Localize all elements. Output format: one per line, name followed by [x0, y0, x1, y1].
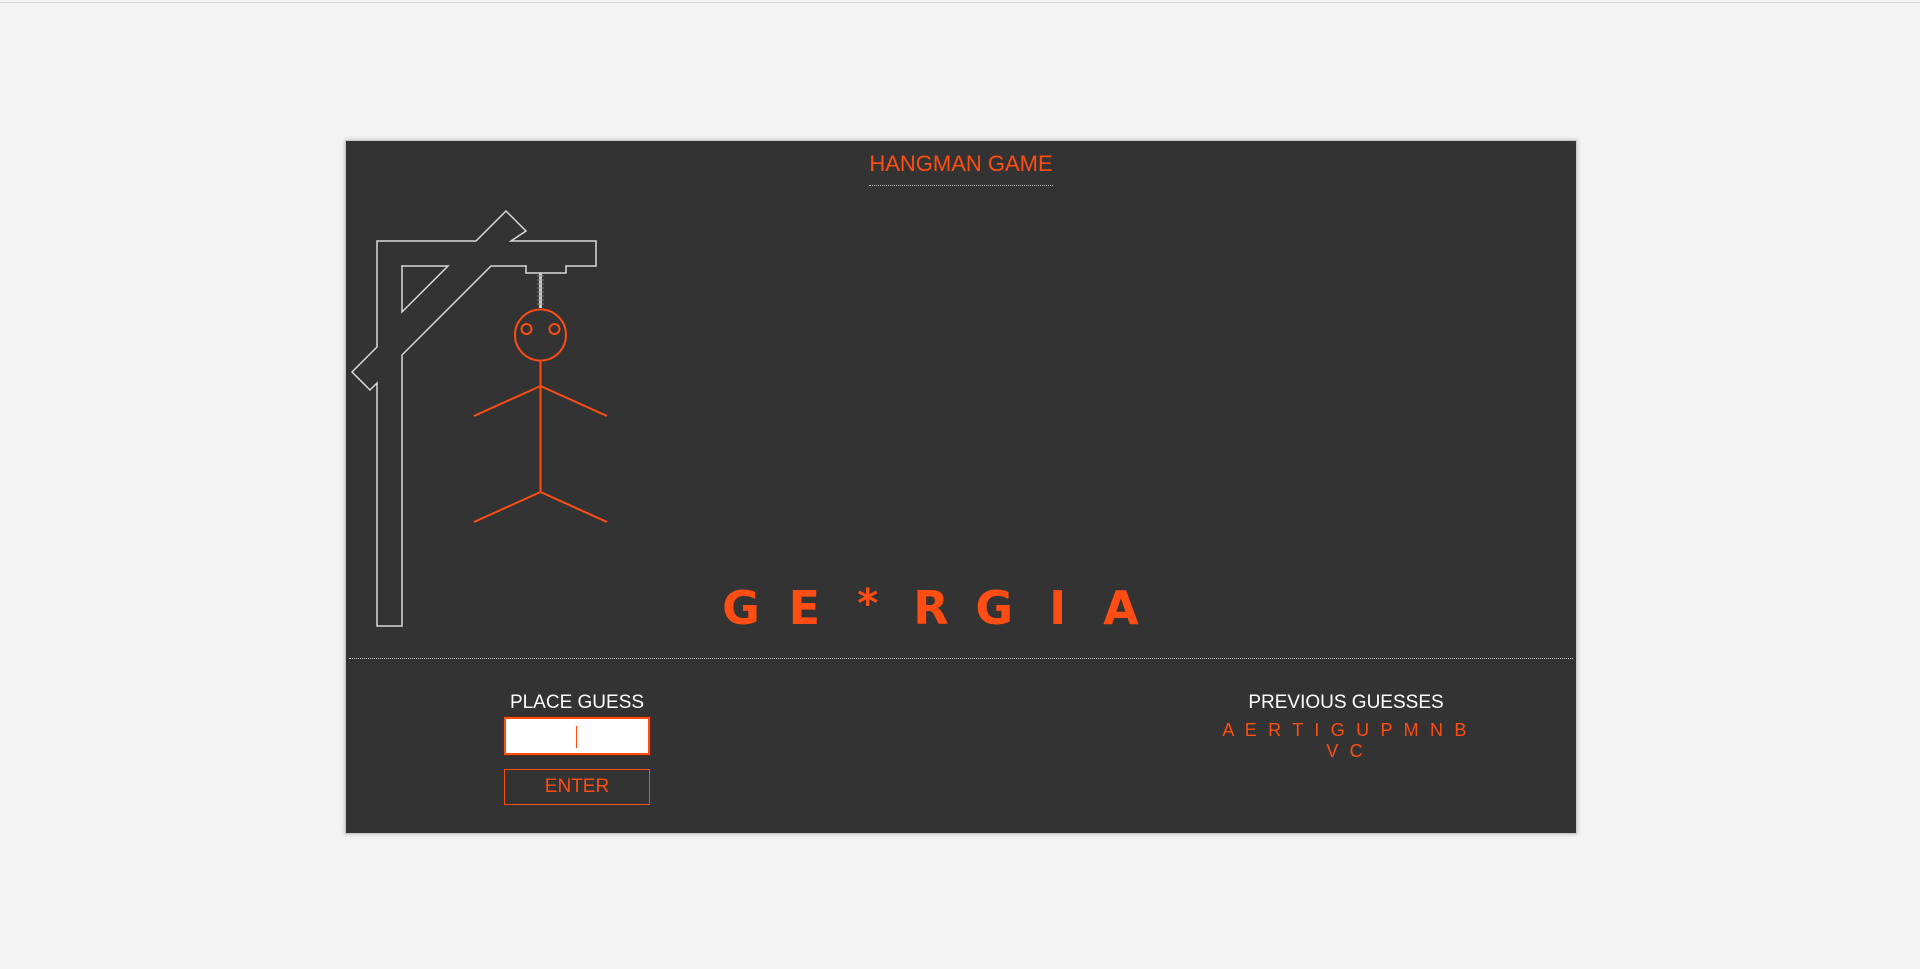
place-guess-label: PLACE GUESS [509, 692, 645, 713]
stick-figure-icon [473, 308, 608, 523]
section-divider [349, 658, 1573, 659]
game-title-text: HANGMAN GAME [869, 151, 1053, 186]
figure-right-leg [540, 491, 608, 523]
figure-left-leg [473, 491, 541, 523]
figure-left-arm [473, 385, 541, 417]
word-letter: G [722, 581, 760, 635]
word-letter: R [913, 581, 949, 635]
word-letter: E [788, 581, 821, 635]
rope-icon [537, 273, 544, 308]
word-letter: A [1103, 581, 1139, 635]
browser-top-border [0, 2, 1920, 3]
figure-head [514, 308, 567, 362]
hangman-game-panel: HANGMAN GAME G E * R G I A PLACE GUESS E… [345, 140, 1577, 834]
word-display: G E * R G I A [716, 581, 1146, 635]
previous-guesses-label: PREVIOUS GUESSES [1248, 692, 1444, 713]
hangman-drawing [350, 209, 608, 627]
word-letter: I [1049, 581, 1067, 635]
figure-right-eye [548, 323, 561, 335]
gallows-icon [350, 209, 597, 627]
guess-input[interactable] [504, 717, 650, 755]
figure-right-arm [540, 385, 608, 417]
previous-guesses-list: A E R T I G U P M N B V C [1222, 720, 1470, 761]
figure-left-eye [520, 323, 533, 335]
word-letter: G [975, 581, 1014, 635]
enter-button[interactable]: ENTER [504, 769, 650, 805]
text-caret [576, 726, 577, 748]
word-letter-hidden: * [857, 581, 879, 627]
